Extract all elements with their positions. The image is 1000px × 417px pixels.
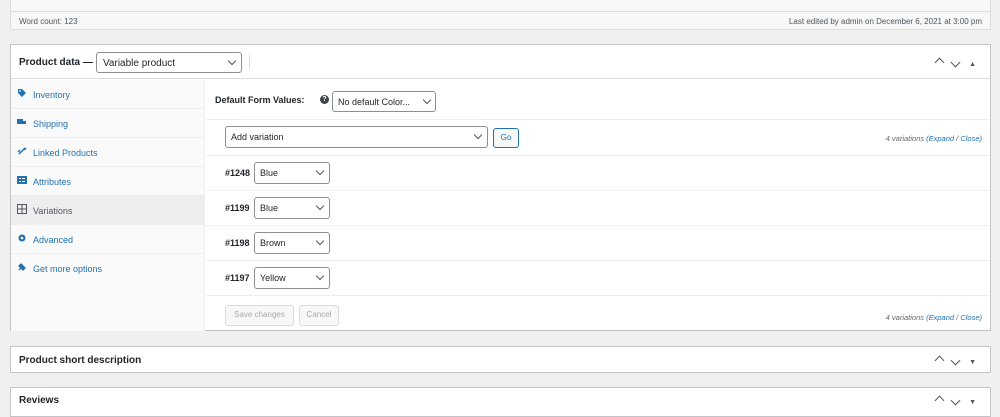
expand-icon[interactable]: ▼: [969, 359, 976, 366]
variation-color-value: Blue: [260, 203, 279, 213]
variations-count-meta: 4 variations (Expand / Close): [885, 313, 982, 322]
tab-variations[interactable]: Variations: [11, 196, 205, 225]
tab-linked-products[interactable]: Linked Products: [11, 138, 205, 167]
move-down-icon[interactable]: [950, 57, 961, 68]
chevron-down-icon: [315, 271, 325, 281]
chevron-down-icon: [315, 236, 325, 246]
last-edited: Last edited by admin on December 6, 2021…: [788, 17, 982, 26]
product-type-select[interactable]: Variable product: [96, 52, 242, 73]
variations-panel: Default Form Values: ? No default Color.…: [206, 80, 990, 331]
close-link[interactable]: Close): [960, 134, 982, 143]
variation-id: #1199: [225, 203, 250, 213]
plugin-icon: [17, 262, 29, 274]
save-changes-button[interactable]: Save changes: [225, 305, 294, 326]
help-icon[interactable]: ?: [320, 95, 329, 104]
default-form-row: Default Form Values: ? No default Color.…: [206, 80, 990, 120]
variation-id: #1197: [225, 273, 250, 283]
variation-id: #1248: [225, 168, 251, 178]
variations-toolbar: Save changes Cancel 4 variations (Expand…: [206, 296, 990, 331]
product-data-tabs: Inventory Shipping Linked Products Attri…: [11, 80, 205, 331]
variation-color-value: Blue: [260, 168, 279, 178]
reviews-title[interactable]: Reviews: [19, 395, 59, 406]
variations-count: 4 variations: [885, 134, 925, 143]
tab-label: Attributes: [33, 177, 72, 187]
tab-get-more-options[interactable]: Get more options: [11, 254, 205, 283]
move-up-icon[interactable]: [934, 355, 944, 366]
add-variation-value: Add variation: [231, 132, 284, 142]
add-variation-select[interactable]: Add variation: [225, 126, 488, 148]
chevron-down-icon: [315, 201, 325, 211]
word-count: Word count: 123: [19, 17, 78, 26]
gear-icon: [17, 233, 29, 245]
variation-row[interactable]: #1248 Blue: [206, 156, 990, 191]
variation-color-select[interactable]: Blue: [254, 197, 330, 219]
chevron-down-icon: [227, 56, 237, 66]
tab-label: Linked Products: [33, 148, 98, 158]
chevron-down-icon: [315, 166, 325, 176]
tab-label: Advanced: [33, 235, 74, 245]
editor-status-bar: Word count: 123 Last edited by admin on …: [10, 0, 991, 30]
list-icon: [17, 175, 29, 187]
grid-icon: [17, 204, 29, 216]
collapse-icon[interactable]: ▲: [969, 61, 976, 68]
variation-row[interactable]: #1198 Brown: [206, 226, 990, 261]
move-down-icon[interactable]: [950, 355, 961, 366]
divider: [249, 55, 250, 69]
box-controls: ▼: [929, 355, 976, 367]
variations-count: 4 variations: [885, 313, 925, 322]
variation-color-select[interactable]: Blue: [254, 162, 330, 184]
product-data-title: Product data —: [19, 57, 93, 68]
tag-icon: [17, 88, 29, 100]
variation-id: #1198: [225, 238, 250, 248]
cancel-button[interactable]: Cancel: [299, 305, 339, 326]
move-up-icon[interactable]: [934, 395, 944, 406]
tab-attributes[interactable]: Attributes: [11, 167, 205, 196]
product-data-box: Product data — Variable product ▲ Invent…: [10, 44, 991, 331]
tab-shipping[interactable]: Shipping: [11, 109, 205, 138]
tab-label: Get more options: [33, 264, 103, 274]
tab-label: Shipping: [33, 119, 69, 129]
reviews-box: Reviews ▼: [10, 387, 991, 417]
tab-inventory[interactable]: Inventory: [11, 80, 205, 109]
default-form-label: Default Form Values:: [215, 95, 305, 105]
expand-link[interactable]: (Expand: [926, 313, 954, 322]
variation-color-select[interactable]: Yellow: [254, 267, 330, 289]
variation-color-value: Brown: [260, 238, 286, 248]
chevron-down-icon: [422, 95, 432, 105]
move-down-icon[interactable]: [950, 395, 961, 406]
product-data-header: Product data — Variable product ▲: [11, 45, 990, 79]
tab-label: Inventory: [33, 90, 71, 100]
close-link[interactable]: Close): [960, 313, 982, 322]
expand-icon[interactable]: ▼: [969, 399, 976, 406]
truck-icon: [17, 117, 29, 129]
variation-row[interactable]: #1197 Yellow: [206, 261, 990, 296]
short-description-box: Product short description ▼: [10, 346, 991, 373]
default-color-select[interactable]: No default Color...: [332, 91, 436, 112]
variation-row[interactable]: #1199 Blue: [206, 191, 990, 226]
divider: [11, 11, 990, 12]
add-variation-row: Add variation Go 4 variations (Expand / …: [206, 120, 990, 156]
go-button[interactable]: Go: [493, 128, 519, 148]
box-controls: ▲: [929, 57, 976, 69]
variation-color-select[interactable]: Brown: [254, 232, 330, 254]
move-up-icon[interactable]: [934, 57, 944, 68]
tab-advanced[interactable]: Advanced: [11, 225, 205, 254]
product-type-value: Variable product: [103, 58, 176, 69]
chevron-down-icon: [473, 130, 483, 140]
tab-label: Variations: [33, 206, 73, 216]
variations-count-meta: 4 variations (Expand / Close): [885, 134, 982, 143]
variation-color-value: Yellow: [260, 273, 286, 283]
default-color-value: No default Color...: [338, 97, 411, 107]
expand-link[interactable]: (Expand: [926, 134, 954, 143]
link-icon: [17, 146, 29, 158]
box-controls: ▼: [929, 395, 976, 407]
short-description-title[interactable]: Product short description: [19, 355, 141, 366]
